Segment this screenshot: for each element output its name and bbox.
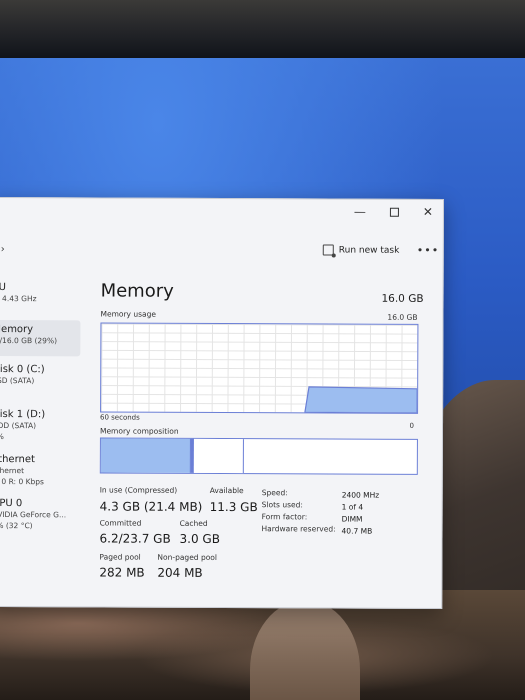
minimize-button[interactable]: —: [349, 204, 371, 220]
sidebar-item-detail: NVIDIA GeForce G...: [0, 510, 67, 520]
sidebar-item-usage: 0% (32 °C): [0, 521, 33, 531]
sidebar-item-label: Disk 0 (C:): [0, 364, 45, 376]
usage-graph-max: 16.0 GB: [387, 312, 418, 322]
committed-value: 6.2/23.7 GB: [99, 531, 171, 546]
run-new-task-button[interactable]: Run new task: [322, 244, 400, 256]
sidebar-item-label: PU: [0, 282, 6, 294]
title-bar: — ✕: [0, 198, 443, 226]
performance-sidebar: PU % 4.43 GHz Memory .7/16.0 GB (29%) Di…: [0, 270, 83, 600]
graph-axis-zero: 0: [409, 421, 415, 430]
sidebar-item-disk-1[interactable]: Disk 1 (D:) HDD (SATA) 0%: [0, 409, 80, 442]
sidebar-item-label: Disk 1 (D:): [0, 409, 46, 421]
cached-label: Cached: [179, 518, 208, 528]
non-paged-pool-value: 204 MB: [157, 565, 203, 580]
form-factor-key: Form factor:: [261, 512, 308, 522]
task-manager-window: — ✕ › Run new task ••• PU % 4.43 GHz Mem…: [0, 197, 444, 609]
usage-area: [304, 386, 418, 413]
usage-graph-label: Memory usage: [100, 309, 157, 319]
in-use-value: 4.3 GB (21.4 MB): [99, 499, 203, 514]
sidebar-item-detail: SSD (SATA): [0, 376, 35, 386]
memory-total: 16.0 GB: [381, 292, 424, 305]
available-label: Available: [209, 485, 244, 496]
in-use-label: In use (Compressed): [99, 485, 178, 495]
sidebar-item-usage: 0%: [0, 432, 4, 442]
sidebar-item-memory[interactable]: Memory .7/16.0 GB (29%): [0, 320, 81, 357]
page-title: Memory: [100, 280, 174, 302]
run-task-icon: [322, 244, 334, 256]
speed-value: 2400 MHz: [341, 490, 380, 500]
composition-standby: [193, 438, 244, 474]
maximize-icon: [389, 207, 399, 217]
sidebar-item-usage: %: [0, 386, 80, 397]
composition-free: [244, 439, 417, 474]
paged-pool-label: Paged pool: [99, 552, 141, 562]
memory-composition-bar: [99, 437, 418, 475]
speed-key: Speed:: [261, 488, 288, 498]
run-new-task-label: Run new task: [338, 245, 400, 256]
usage-graph-plot: [304, 386, 418, 413]
non-paged-pool-label: Non-paged pool: [157, 552, 218, 562]
maximize-button[interactable]: [383, 204, 405, 220]
hardware-reserved-key: Hardware reserved:: [261, 524, 336, 534]
sidebar-item-label: Memory: [0, 324, 34, 336]
graph-axis-time: 60 seconds: [100, 413, 140, 422]
sidebar-item-gpu-0[interactable]: GPU 0 NVIDIA GeForce G... 0% (32 °C): [0, 498, 80, 531]
slots-key: Slots used:: [261, 500, 303, 510]
sidebar-item-ethernet[interactable]: Ethernet Ethernet S: 0 R: 0 Kbps: [0, 454, 80, 487]
sidebar-item-detail: .7/16.0 GB (29%): [0, 336, 58, 346]
sidebar-item-label: Ethernet: [0, 454, 35, 466]
cached-value: 3.0 GB: [179, 531, 220, 546]
composition-label: Memory composition: [99, 426, 179, 436]
available-value: 11.3 GB: [209, 499, 258, 515]
form-factor-value: DIMM: [341, 514, 363, 524]
more-options-button[interactable]: •••: [417, 244, 440, 257]
hardware-reserved-value: 40.7 MB: [341, 526, 373, 536]
close-button[interactable]: ✕: [417, 204, 439, 220]
memory-usage-graph: [100, 322, 419, 414]
paged-pool-value: 282 MB: [99, 565, 145, 580]
sidebar-item-usage: S: 0 R: 0 Kbps: [0, 477, 45, 487]
sidebar-item-disk-0[interactable]: Disk 0 (C:) SSD (SATA) %: [0, 364, 80, 397]
monitor-bezel: [0, 0, 525, 62]
slots-value: 1 of 4: [341, 502, 364, 512]
sidebar-item-detail: HDD (SATA): [0, 421, 37, 431]
sidebar-item-cpu[interactable]: PU % 4.43 GHz: [0, 282, 81, 304]
sidebar-item-detail: Ethernet: [0, 466, 25, 476]
composition-in-use: [100, 438, 191, 473]
sidebar-item-detail: % 4.43 GHz: [0, 294, 37, 304]
sidebar-item-label: GPU 0: [0, 498, 23, 510]
committed-label: Committed: [99, 518, 142, 528]
toolbar: Run new task •••: [0, 234, 443, 266]
memory-panel: Memory 16.0 GB Memory usage 16.0 GB 60 s…: [99, 280, 423, 579]
